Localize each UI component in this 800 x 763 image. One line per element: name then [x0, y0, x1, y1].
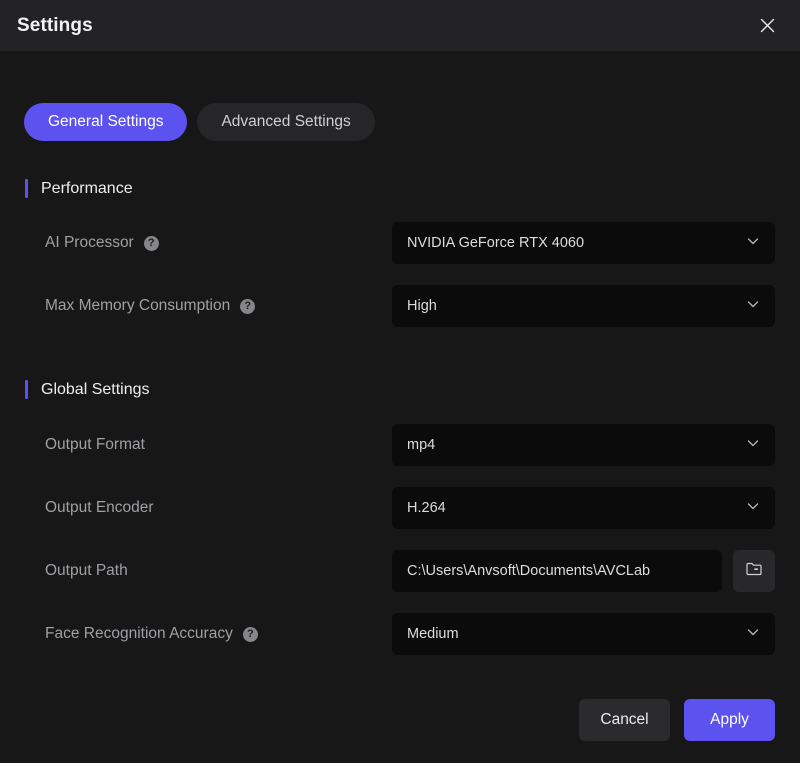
max-memory-consumption-dropdown[interactable]: High [392, 285, 775, 327]
section-global-settings-header: Global Settings [0, 380, 800, 399]
cancel-button-label: Cancel [600, 711, 649, 728]
chevron-down-icon [745, 233, 761, 254]
row-output-format: Output Format mp4 [0, 423, 800, 467]
row-ai-processor-label: AI Processor [45, 234, 134, 251]
section-accent-bar [25, 380, 28, 399]
output-path-value: C:\Users\Anvsoft\Documents\AVCLab [407, 563, 651, 579]
output-format-value: mp4 [407, 437, 436, 453]
help-icon[interactable]: ? [242, 626, 258, 642]
row-output-encoder-label: Output Encoder [45, 499, 154, 516]
settings-tabs: General Settings Advanced Settings [0, 51, 800, 141]
output-path-control: C:\Users\Anvsoft\Documents\AVCLab [392, 550, 775, 592]
output-encoder-dropdown[interactable]: H.264 [392, 487, 775, 529]
apply-button-label: Apply [710, 711, 749, 728]
row-max-memory-consumption: Max Memory Consumption ? High [0, 284, 800, 328]
tab-general-settings-label: General Settings [48, 113, 164, 130]
help-icon[interactable]: ? [240, 298, 256, 314]
tab-advanced-settings-label: Advanced Settings [221, 113, 351, 130]
max-memory-consumption-value: High [407, 298, 437, 314]
row-output-format-label-group: Output Format [45, 436, 392, 454]
section-performance-title: Performance [41, 179, 133, 197]
row-output-path: Output Path C:\Users\Anvsoft\Documents\A… [0, 549, 800, 593]
row-ai-processor: AI Processor ? NVIDIA GeForce RTX 4060 [0, 221, 800, 265]
row-face-recognition-accuracy: Face Recognition Accuracy ? Medium [0, 612, 800, 656]
page-title: Settings [17, 14, 93, 36]
row-output-format-label: Output Format [45, 436, 145, 453]
ai-processor-dropdown[interactable]: NVIDIA GeForce RTX 4060 [392, 222, 775, 264]
close-button[interactable] [752, 11, 782, 41]
row-face-recognition-accuracy-label-group: Face Recognition Accuracy ? [45, 625, 392, 643]
row-ai-processor-label-group: AI Processor ? [45, 234, 392, 252]
folder-icon [745, 560, 763, 583]
window-titlebar: Settings [0, 0, 800, 51]
browse-folder-button[interactable] [733, 550, 775, 592]
row-face-recognition-accuracy-label: Face Recognition Accuracy [45, 625, 233, 642]
row-output-path-label-group: Output Path [45, 562, 392, 580]
face-recognition-accuracy-value: Medium [407, 626, 459, 642]
row-max-memory-consumption-label-group: Max Memory Consumption ? [45, 297, 392, 315]
ai-processor-value: NVIDIA GeForce RTX 4060 [407, 235, 585, 251]
section-global-settings-title: Global Settings [41, 380, 150, 398]
tab-general-settings[interactable]: General Settings [24, 103, 188, 141]
section-global-settings: Global Settings Output Format mp4 Output… [0, 380, 800, 656]
close-icon [759, 17, 776, 34]
dialog-footer: Cancel Apply [579, 699, 775, 741]
row-output-encoder-label-group: Output Encoder [45, 499, 392, 517]
tab-advanced-settings[interactable]: Advanced Settings [197, 103, 375, 141]
chevron-down-icon [745, 296, 761, 317]
output-encoder-value: H.264 [407, 500, 446, 516]
face-recognition-accuracy-dropdown[interactable]: Medium [392, 613, 775, 655]
output-format-dropdown[interactable]: mp4 [392, 424, 775, 466]
cancel-button[interactable]: Cancel [579, 699, 670, 741]
chevron-down-icon [745, 435, 761, 456]
section-performance-header: Performance [0, 179, 800, 198]
help-icon[interactable]: ? [143, 235, 159, 251]
row-output-encoder: Output Encoder H.264 [0, 486, 800, 530]
chevron-down-icon [745, 498, 761, 519]
chevron-down-icon [745, 624, 761, 645]
row-max-memory-consumption-label: Max Memory Consumption [45, 297, 231, 314]
row-output-path-label: Output Path [45, 562, 128, 579]
section-accent-bar [25, 179, 28, 198]
apply-button[interactable]: Apply [684, 699, 775, 741]
section-performance: Performance AI Processor ? NVIDIA GeForc… [0, 179, 800, 328]
output-path-input[interactable]: C:\Users\Anvsoft\Documents\AVCLab [392, 550, 722, 592]
